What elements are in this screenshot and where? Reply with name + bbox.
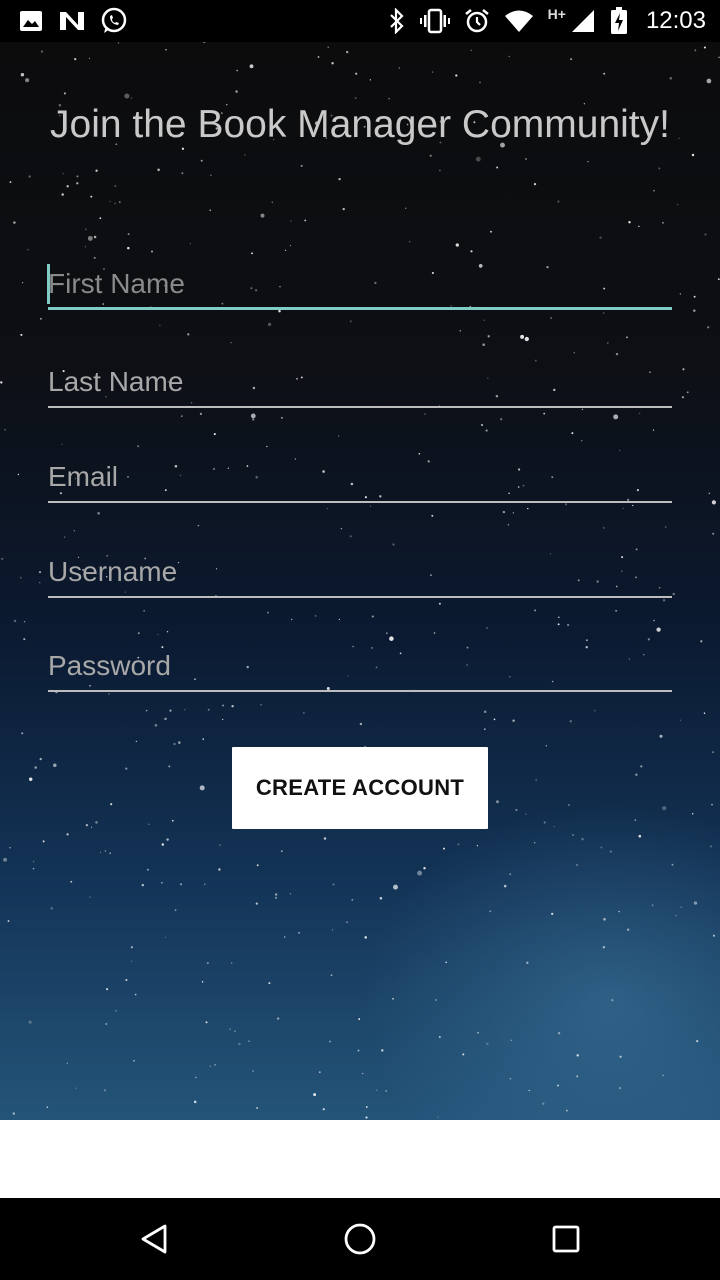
status-bar-notifications bbox=[18, 7, 128, 35]
bottom-white-strip bbox=[0, 1120, 720, 1198]
alarm-icon bbox=[464, 8, 490, 34]
email-placeholder: Email bbox=[48, 461, 119, 492]
status-bar: H+ 12:03 bbox=[0, 0, 720, 42]
image-icon bbox=[18, 9, 44, 33]
username-placeholder: Username bbox=[48, 556, 178, 587]
username-field[interactable]: Username bbox=[48, 548, 672, 598]
back-icon[interactable] bbox=[134, 1219, 174, 1259]
battery-charging-icon bbox=[610, 7, 628, 35]
first-name-placeholder: First Name bbox=[48, 268, 185, 299]
n-app-icon bbox=[58, 9, 86, 33]
signup-screen: Join the Book Manager Community! First N… bbox=[0, 42, 720, 1120]
whatsapp-icon bbox=[100, 7, 128, 35]
password-underline bbox=[48, 690, 672, 692]
vibrate-icon bbox=[419, 8, 450, 34]
signal-icon bbox=[570, 8, 596, 34]
last-name-field[interactable]: Last Name bbox=[48, 358, 672, 408]
navigation-bar bbox=[0, 1198, 720, 1280]
last-name-underline bbox=[48, 406, 672, 408]
screen: H+ 12:03 Join the Book Manager Community… bbox=[0, 0, 720, 1280]
bluetooth-icon bbox=[388, 8, 406, 34]
network-type-label: H+ bbox=[547, 6, 566, 22]
first-name-underline bbox=[48, 307, 672, 310]
recents-icon[interactable] bbox=[546, 1219, 586, 1259]
password-placeholder: Password bbox=[48, 650, 171, 681]
home-icon[interactable] bbox=[340, 1219, 380, 1259]
page-title: Join the Book Manager Community! bbox=[50, 103, 670, 146]
username-underline bbox=[48, 596, 672, 598]
email-underline bbox=[48, 501, 672, 503]
create-account-button[interactable]: CREATE ACCOUNT bbox=[232, 747, 488, 829]
first-name-field[interactable]: First Name bbox=[47, 260, 672, 310]
email-field[interactable]: Email bbox=[48, 453, 672, 503]
status-bar-system: H+ 12:03 bbox=[388, 6, 706, 35]
wifi-icon bbox=[504, 9, 534, 33]
password-field[interactable]: Password bbox=[48, 642, 672, 692]
last-name-placeholder: Last Name bbox=[48, 366, 184, 397]
clock-time: 12:03 bbox=[645, 7, 706, 34]
